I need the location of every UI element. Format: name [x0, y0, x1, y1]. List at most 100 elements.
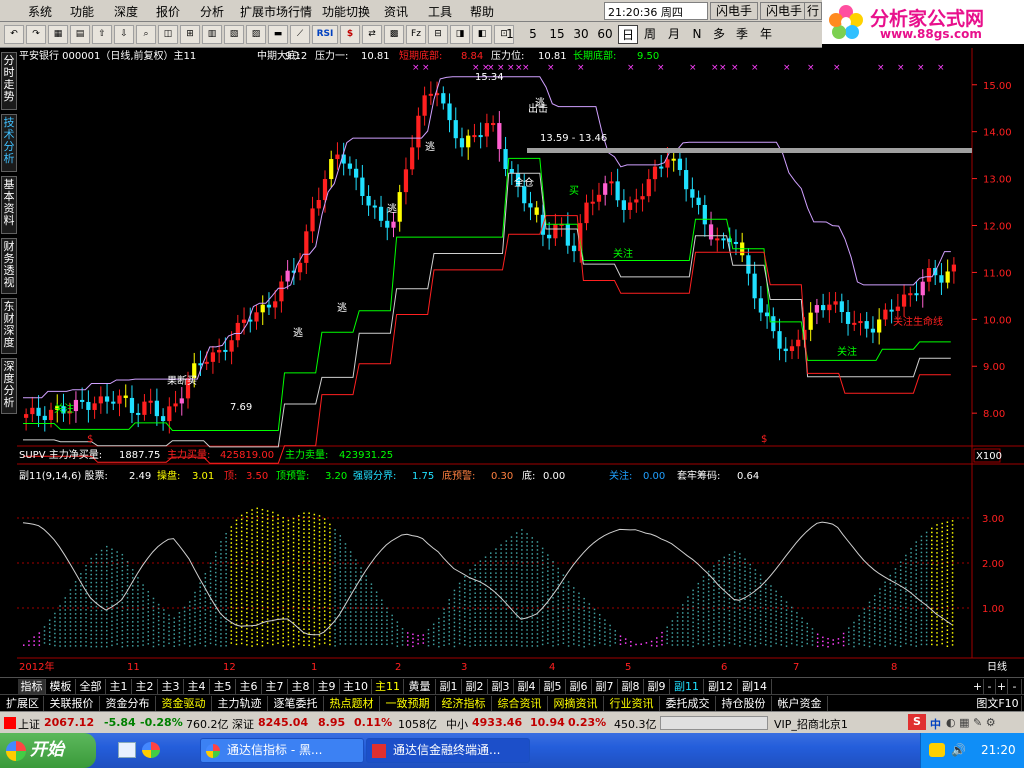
subtab-industry-news[interactable]: 行业资讯	[604, 696, 660, 711]
bars-icon[interactable]: ▧	[224, 25, 244, 44]
zoom-in-button-1[interactable]: +	[972, 679, 984, 694]
split-right-icon[interactable]: ◨	[450, 25, 470, 44]
period-60min[interactable]: 60	[594, 25, 616, 44]
menu-extended-market[interactable]: 扩展市场行情	[240, 3, 312, 20]
menu-switch[interactable]: 功能切换	[322, 3, 370, 20]
sz-label[interactable]: 深证	[232, 716, 254, 732]
tab-sub9[interactable]: 副9	[644, 679, 670, 694]
tab-main10[interactable]: 主10	[340, 679, 372, 694]
flash-trade-button-1[interactable]: 闪电手	[710, 2, 758, 20]
task-terminal-window[interactable]: 通达信金融终端通...	[366, 738, 530, 763]
tab-sub8[interactable]: 副8	[618, 679, 644, 694]
up-icon[interactable]: ⇧	[92, 25, 112, 44]
period-month[interactable]: 月	[664, 25, 684, 44]
period-multi[interactable]: 多	[710, 25, 728, 44]
show-desktop-icon[interactable]	[118, 742, 136, 758]
tab-main1[interactable]: 主1	[106, 679, 132, 694]
sh-label[interactable]: 上证	[18, 716, 40, 732]
subtab-economic[interactable]: 经济指标	[436, 696, 492, 711]
ime-tray-icons[interactable]: ◐ ▦ ✎ ⚙	[946, 716, 996, 729]
subtab-extension[interactable]: 扩展区	[2, 696, 44, 711]
period-year[interactable]: 年	[756, 25, 776, 44]
tab-yellow-volume[interactable]: 黄量	[404, 679, 436, 694]
period-season[interactable]: 季	[732, 25, 752, 44]
menu-function[interactable]: 功能	[70, 3, 94, 20]
zoom-in-button-2[interactable]: +	[996, 679, 1008, 694]
subtab-holdings[interactable]: 持仓股份	[716, 696, 772, 711]
menu-depth[interactable]: 深度	[114, 3, 138, 20]
subtab-account[interactable]: 帐户资金	[772, 696, 828, 711]
subtab-consensus[interactable]: 一致预期	[380, 696, 436, 711]
f10-icon[interactable]: Fz	[406, 25, 426, 44]
sogou-ime-icon[interactable]: S	[908, 714, 926, 730]
list-icon[interactable]: ▤	[70, 25, 90, 44]
sidetab-intraday[interactable]: 分时走势	[1, 52, 17, 110]
sidetab-deep-analysis[interactable]: 深度分析	[1, 358, 17, 414]
subtab-news[interactable]: 综合资讯	[492, 696, 548, 711]
block-icon[interactable]: ▩	[384, 25, 404, 44]
tab-main4[interactable]: 主4	[184, 679, 210, 694]
search-icon[interactable]: ⌕	[136, 25, 156, 44]
subtab-order-detail[interactable]: 逐笔委托	[268, 696, 324, 711]
candle-icon[interactable]: ▥	[202, 25, 222, 44]
menu-tools[interactable]: 工具	[428, 3, 452, 20]
task-indicator-window[interactable]: 通达信指标 - 黑...	[200, 738, 364, 763]
quote-button[interactable]: 行情	[804, 2, 822, 20]
date-corner[interactable]: 日线	[987, 660, 1007, 673]
tray-clock[interactable]: 21:20	[981, 743, 1016, 757]
tab-sub5[interactable]: 副5	[540, 679, 566, 694]
zx-label[interactable]: 中小	[446, 716, 468, 732]
tab-main5[interactable]: 主5	[210, 679, 236, 694]
dollar-icon[interactable]: $	[340, 25, 360, 44]
tab-sub2[interactable]: 副2	[462, 679, 488, 694]
rsi-icon[interactable]: RSI	[312, 25, 338, 44]
subtab-hot-topics[interactable]: 热点题材	[324, 696, 380, 711]
tab-indicator[interactable]: 指标	[18, 679, 46, 694]
subtab-fund-distribution[interactable]: 资金分布	[100, 696, 156, 711]
period-1min[interactable]: 1	[502, 25, 518, 44]
panel-icon[interactable]: ⊟	[428, 25, 448, 44]
tab-template[interactable]: 模板	[46, 679, 76, 694]
tab-main8[interactable]: 主8	[288, 679, 314, 694]
split-left-icon[interactable]: ◧	[472, 25, 492, 44]
tab-main9[interactable]: 主9	[314, 679, 340, 694]
undo-icon[interactable]: ↶	[4, 25, 24, 44]
zoom-out-button-2[interactable]: -	[1008, 679, 1022, 694]
swap-icon[interactable]: ⇄	[362, 25, 382, 44]
period-week[interactable]: 周	[640, 25, 660, 44]
period-n[interactable]: N	[688, 25, 706, 44]
ticker-box[interactable]	[660, 716, 768, 730]
menu-system[interactable]: 系统	[28, 3, 52, 20]
tab-sub1[interactable]: 副1	[436, 679, 462, 694]
period-15min[interactable]: 15	[546, 25, 568, 44]
menu-analysis[interactable]: 分析	[200, 3, 224, 20]
period-day[interactable]: 日	[618, 25, 638, 44]
chart-area[interactable]: 平安银行 000001（日线,前复权）主11 中期大底: 9.12 压力一: 1…	[17, 48, 1024, 677]
zoom-out-button-1[interactable]: -	[984, 679, 996, 694]
menu-help[interactable]: 帮助	[470, 3, 494, 20]
sidetab-financial[interactable]: 财务透视	[1, 238, 17, 294]
tab-main6[interactable]: 主6	[236, 679, 262, 694]
period-5min[interactable]: 5	[524, 25, 542, 44]
tab-all[interactable]: 全部	[76, 679, 106, 694]
f10-info-button[interactable]: 图文F10	[974, 696, 1022, 711]
tab-main3[interactable]: 主3	[158, 679, 184, 694]
menu-quote[interactable]: 报价	[156, 3, 180, 20]
tab-sub6[interactable]: 副6	[566, 679, 592, 694]
sidetab-fundamental[interactable]: 基本资料	[1, 176, 17, 234]
subtab-web-news[interactable]: 网摘资讯	[548, 696, 604, 711]
tray-app-icon[interactable]	[929, 743, 945, 757]
tab-main2[interactable]: 主2	[132, 679, 158, 694]
layout-icon[interactable]: ⊞	[180, 25, 200, 44]
trend-icon[interactable]: ⟋	[290, 25, 310, 44]
tab-sub3[interactable]: 副3	[488, 679, 514, 694]
ohlc-icon[interactable]: ▨	[246, 25, 266, 44]
period-30min[interactable]: 30	[570, 25, 592, 44]
quicklaunch-app-icon[interactable]	[142, 742, 160, 758]
tab-sub11[interactable]: 副11	[670, 679, 704, 694]
volume-icon[interactable]: ▬	[268, 25, 288, 44]
tab-sub4[interactable]: 副4	[514, 679, 540, 694]
down-icon[interactable]: ⇩	[114, 25, 134, 44]
redo-icon[interactable]: ↷	[26, 25, 46, 44]
subtab-fund-drive[interactable]: 资金驱动	[156, 696, 212, 711]
